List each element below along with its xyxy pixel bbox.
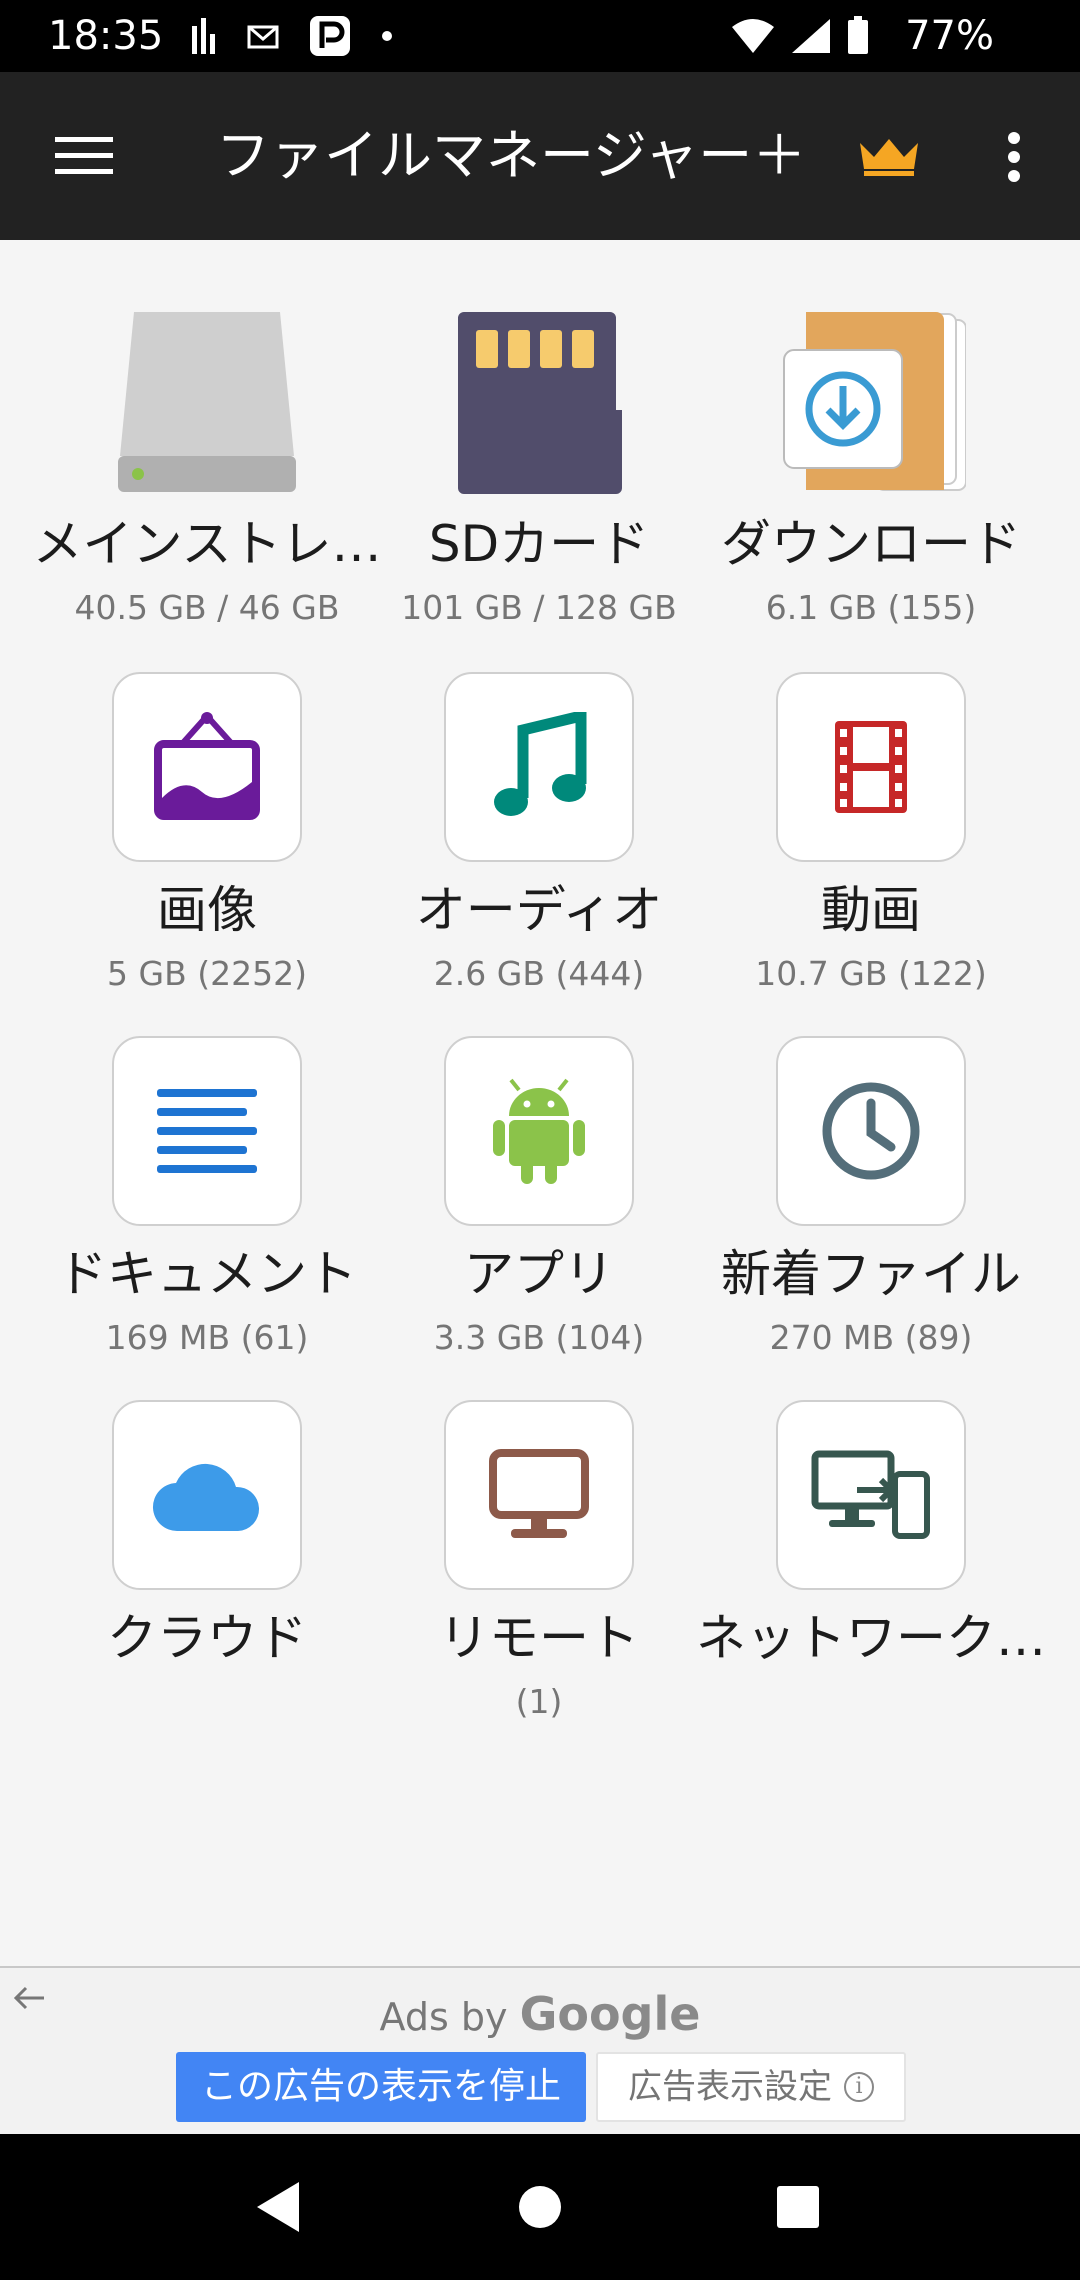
battery-icon [848,16,868,54]
status-bar: 18:35 77% [0,0,1080,72]
tile-network[interactable]: ネットワーク… [696,1400,1046,1740]
tile-subtext: 270 MB (89) [769,1318,973,1357]
navigation-bar [0,2134,1080,2280]
tile-subtext: 2.6 GB (444) [433,954,645,993]
google-logo-text: Google [519,1987,701,2041]
tile-subtext: (1) [515,1682,563,1721]
tile-video[interactable]: 動画 10.7 GB (122) [706,672,1036,1012]
sd-card-icon [444,306,634,496]
back-triangle-icon [257,2182,299,2232]
recents-button[interactable] [748,2162,848,2252]
tile-subtext: 10.7 GB (122) [755,954,987,993]
ads-by-google: Ads by Google [0,1988,1080,2043]
mail-icon [247,25,279,49]
more-vert-icon [1008,132,1020,182]
tile-label: 新着ファイル [721,1245,1021,1303]
tile-audio[interactable]: オーディオ 2.6 GB (444) [374,672,704,1012]
cell-signal-icon [792,19,830,53]
tile-subtext: 6.1 GB (155) [765,588,977,627]
tile-label: アプリ [464,1245,614,1303]
tile-label: メインストレ… [32,515,382,573]
home-circle-icon [519,2186,561,2228]
wifi-icon [732,19,774,53]
paypay-icon [310,16,350,56]
tile-subtext: 3.3 GB (104) [433,1318,645,1357]
tile-subtext: 169 MB (61) [105,1318,309,1357]
app-bar: ファイルマネージャー＋ [0,72,1080,240]
film-icon [776,672,966,862]
tile-download[interactable]: ダウンロード 6.1 GB (155) [706,306,1036,646]
image-icon [112,672,302,862]
notification-icons [190,14,394,58]
ad-settings-label: 広告表示設定 [628,2067,832,2107]
signal-bars-icon [192,18,215,54]
tile-label: クラウド [107,1609,307,1667]
tile-label: ネットワーク… [696,1609,1046,1667]
tile-apps[interactable]: アプリ 3.3 GB (104) [374,1036,704,1376]
crown-icon [860,139,918,176]
network-devices-icon [776,1400,966,1590]
app-title: ファイルマネージャー＋ [216,124,807,187]
tile-images[interactable]: 画像 5 GB (2252) [42,672,372,1012]
android-icon [444,1036,634,1226]
tile-cloud[interactable]: クラウド [42,1400,372,1740]
tile-subtext: 40.5 GB / 46 GB [74,588,340,627]
download-folder-icon [776,306,966,496]
tile-remote[interactable]: リモート (1) [374,1400,704,1740]
dot-icon [382,31,392,41]
tile-label: ドキュメント [57,1245,357,1303]
cloud-icon [112,1400,302,1590]
tile-label: SDカード [428,515,650,573]
clock-icon [776,1036,966,1226]
monitor-icon [444,1400,634,1590]
tile-label: ダウンロード [721,515,1021,573]
recents-square-icon [777,2186,819,2228]
tile-label: リモート [439,1609,639,1667]
tile-label: 動画 [821,881,921,939]
battery-percent: 77% [905,13,994,59]
ads-by-text: Ads by [379,1995,508,2039]
ad-banner: Ads by Google この広告の表示を停止 広告表示設定 i [0,1966,1080,2134]
home-button[interactable] [490,2162,590,2252]
overflow-menu-button[interactable] [984,114,1044,200]
hamburger-icon [55,137,113,174]
tile-documents[interactable]: ドキュメント 169 MB (61) [42,1036,372,1376]
tile-main-storage[interactable]: メインストレ… 40.5 GB / 46 GB [33,306,382,646]
ad-settings-button[interactable]: 広告表示設定 i [596,2052,906,2122]
system-icons [730,14,870,58]
status-time: 18:35 [48,13,164,59]
document-icon [112,1036,302,1226]
category-grid: メインストレ… 40.5 GB / 46 GB SDカード 101 GB / 1… [0,240,1080,1966]
music-note-icon [444,672,634,862]
tile-label: 画像 [157,881,257,939]
info-icon: i [844,2072,874,2102]
tile-label: オーディオ [415,881,663,939]
internal-storage-icon [112,306,302,496]
tile-subtext: 101 GB / 128 GB [401,588,677,627]
back-button[interactable] [228,2162,328,2252]
premium-button[interactable] [846,122,932,192]
tile-recent-files[interactable]: 新着ファイル 270 MB (89) [706,1036,1036,1376]
menu-button[interactable] [36,116,132,196]
stop-ad-button[interactable]: この広告の表示を停止 [176,2052,586,2122]
tile-sd-card[interactable]: SDカード 101 GB / 128 GB [374,306,704,646]
tile-subtext: 5 GB (2252) [107,954,307,993]
